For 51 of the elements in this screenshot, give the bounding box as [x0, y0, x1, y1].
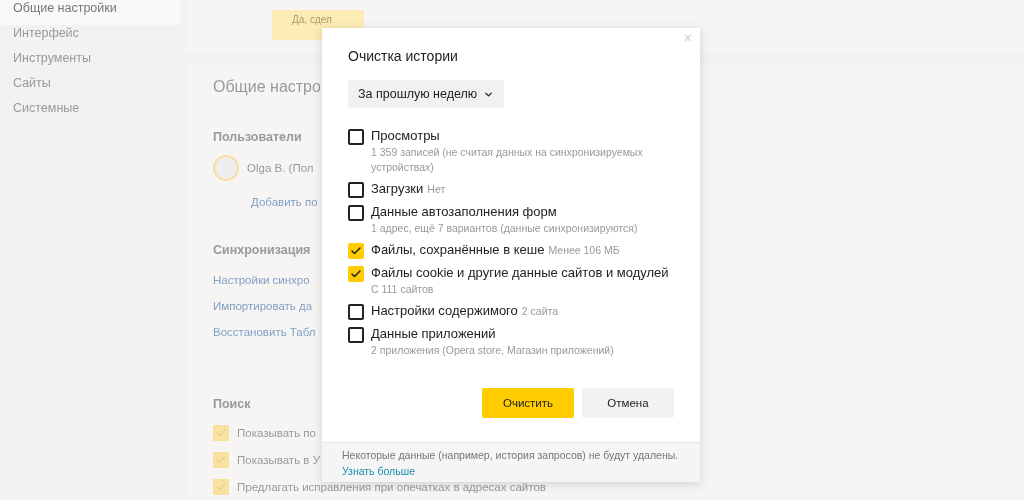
checkbox[interactable] [213, 424, 229, 441]
user-name: Olga B. (Пол [247, 161, 314, 174]
avatar-icon [213, 154, 239, 181]
checkbox[interactable] [348, 182, 364, 198]
option-label: Настройки содержимого [371, 303, 518, 318]
option-note: 2 сайта [521, 305, 559, 317]
sync-link[interactable]: Настройки синхро [213, 267, 310, 293]
option-label: Файлы cookie и другие данные сайтов и модулей [371, 265, 669, 280]
check-icon [350, 245, 362, 257]
close-icon[interactable]: × [683, 30, 692, 46]
sidebar-item[interactable]: Системные [0, 100, 180, 125]
option-label: Просмотры [371, 128, 440, 143]
checkbox[interactable] [348, 266, 364, 282]
period-dropdown[interactable]: За прошлую неделю [348, 80, 505, 108]
checkbox[interactable] [213, 478, 229, 495]
sync-link[interactable]: Импортировать да [213, 293, 313, 319]
sync-heading: Синхронизация [213, 243, 311, 257]
clear-button[interactable]: Очистить [482, 388, 574, 418]
section-title: Общие настро [213, 78, 321, 97]
option-note: Менее 106 МБ [548, 244, 620, 256]
checkbox[interactable] [213, 451, 229, 468]
checkbox[interactable] [348, 327, 364, 343]
option-label: Данные приложений [371, 326, 496, 341]
add-user-link[interactable]: Добавить по [251, 189, 318, 215]
option-label: Файлы, сохранённые в кеше [371, 242, 545, 257]
users-heading: Пользователи [213, 130, 302, 144]
option-label: Показывать по [237, 426, 316, 439]
cancel-button[interactable]: Отмена [582, 388, 674, 418]
checkbox[interactable] [348, 129, 364, 145]
search-heading: Поиск [213, 397, 251, 411]
option-detail: 1 359 записей (не считая данных на синхронизируемых устройствах) [371, 145, 644, 175]
option-label: Загрузки [371, 181, 424, 196]
sidebar-item[interactable]: Инструменты [0, 50, 180, 75]
sync-link[interactable]: Восстановить Табл [213, 319, 316, 345]
sidebar-item[interactable]: Сайты [0, 75, 180, 100]
learn-more-link[interactable]: Узнать больше [342, 465, 415, 477]
option-label: Показывать в У [237, 453, 320, 466]
option-detail: 2 приложения (Opera store, Магазин приложений) [371, 343, 614, 358]
checkbox[interactable] [348, 304, 364, 320]
sidebar-item[interactable]: Интерфейс [0, 25, 180, 50]
footer-text: Некоторые данные (например, история запросов) не будут удалены. [342, 449, 680, 461]
option-label: Данные автозаполнения форм [371, 204, 557, 219]
check-icon [350, 268, 362, 280]
option-label: Предлагать исправления при опечатках в адресах сайтов [237, 480, 546, 493]
option-detail: С 111 сайтов [371, 282, 435, 297]
option-detail: 1 адрес, ещё 7 вариантов (данные синхронизируются) [371, 221, 638, 236]
sidebar-item[interactable]: Общие настройки [0, 0, 180, 25]
checkbox[interactable] [348, 205, 364, 221]
checkbox[interactable] [348, 243, 364, 259]
option-note: Нет [427, 183, 446, 195]
dialog-title: Очистка истории [348, 48, 459, 64]
